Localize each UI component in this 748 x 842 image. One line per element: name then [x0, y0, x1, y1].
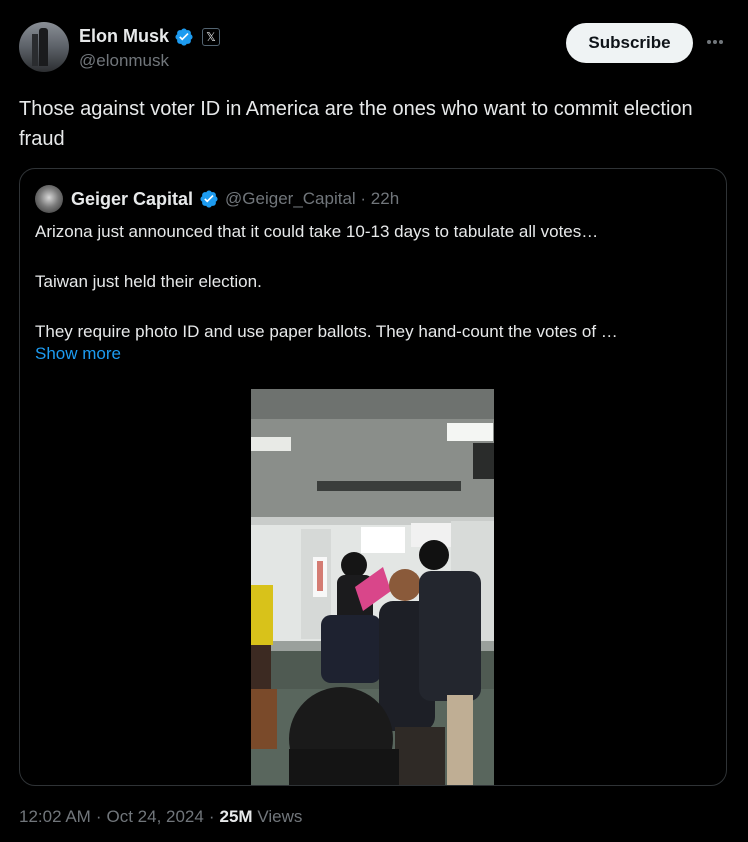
- separator-dot: ·: [208, 807, 215, 826]
- quoted-text-line: Taiwan just held their election.: [35, 272, 262, 291]
- quoted-tweet-text: Arizona just announced that it could tak…: [35, 219, 715, 344]
- tweet-header: Elon Musk 𝕏 @elonmusk Subscribe: [19, 22, 729, 74]
- author-display-name[interactable]: Elon Musk: [79, 26, 169, 47]
- verified-badge-icon: [175, 27, 193, 46]
- author-avatar[interactable]: [19, 22, 69, 72]
- subscribe-button[interactable]: Subscribe: [566, 23, 693, 63]
- quoted-tweet[interactable]: Geiger Capital @Geiger_Capital · 22h Ari…: [19, 168, 727, 786]
- quoted-handle-time[interactable]: @Geiger_Capital · 22h: [225, 189, 399, 209]
- separator-dot: ·: [95, 807, 102, 826]
- avatar-launch-tower: [32, 34, 38, 66]
- view-count-group[interactable]: 25M Views: [220, 807, 303, 827]
- quoted-author-name[interactable]: Geiger Capital: [71, 189, 193, 210]
- more-dot: [719, 40, 723, 44]
- quoted-text-line: Arizona just announced that it could tak…: [35, 222, 599, 241]
- quoted-text-line: They require photo ID and use paper ball…: [35, 322, 618, 341]
- more-options-icon[interactable]: [703, 32, 727, 52]
- more-dot: [713, 40, 717, 44]
- tweet-text: Those against voter ID in America are th…: [19, 98, 693, 150]
- quoted-tweet-header: Geiger Capital @Geiger_Capital · 22h: [35, 185, 399, 213]
- views-label: Views: [257, 807, 303, 826]
- video-frame-illustration: [251, 389, 494, 785]
- tweet-time[interactable]: 12:02 AM: [19, 807, 91, 827]
- quoted-author-avatar[interactable]: [35, 185, 63, 213]
- tweet-metadata: 12:02 AM · Oct 24, 2024 · 25M Views: [19, 807, 302, 827]
- affiliate-x-badge-icon[interactable]: 𝕏: [202, 27, 221, 46]
- view-count: 25M: [219, 807, 253, 826]
- tweet-date[interactable]: Oct 24, 2024: [107, 807, 204, 827]
- show-more-link[interactable]: Show more: [35, 344, 121, 364]
- author-handle[interactable]: @elonmusk: [79, 51, 169, 71]
- quoted-video[interactable]: [251, 389, 494, 785]
- more-dot: [707, 40, 711, 44]
- quoted-verified-badge-icon: [200, 190, 218, 208]
- author-name-line: Elon Musk 𝕏: [79, 26, 221, 47]
- avatar-rocket: [39, 28, 48, 66]
